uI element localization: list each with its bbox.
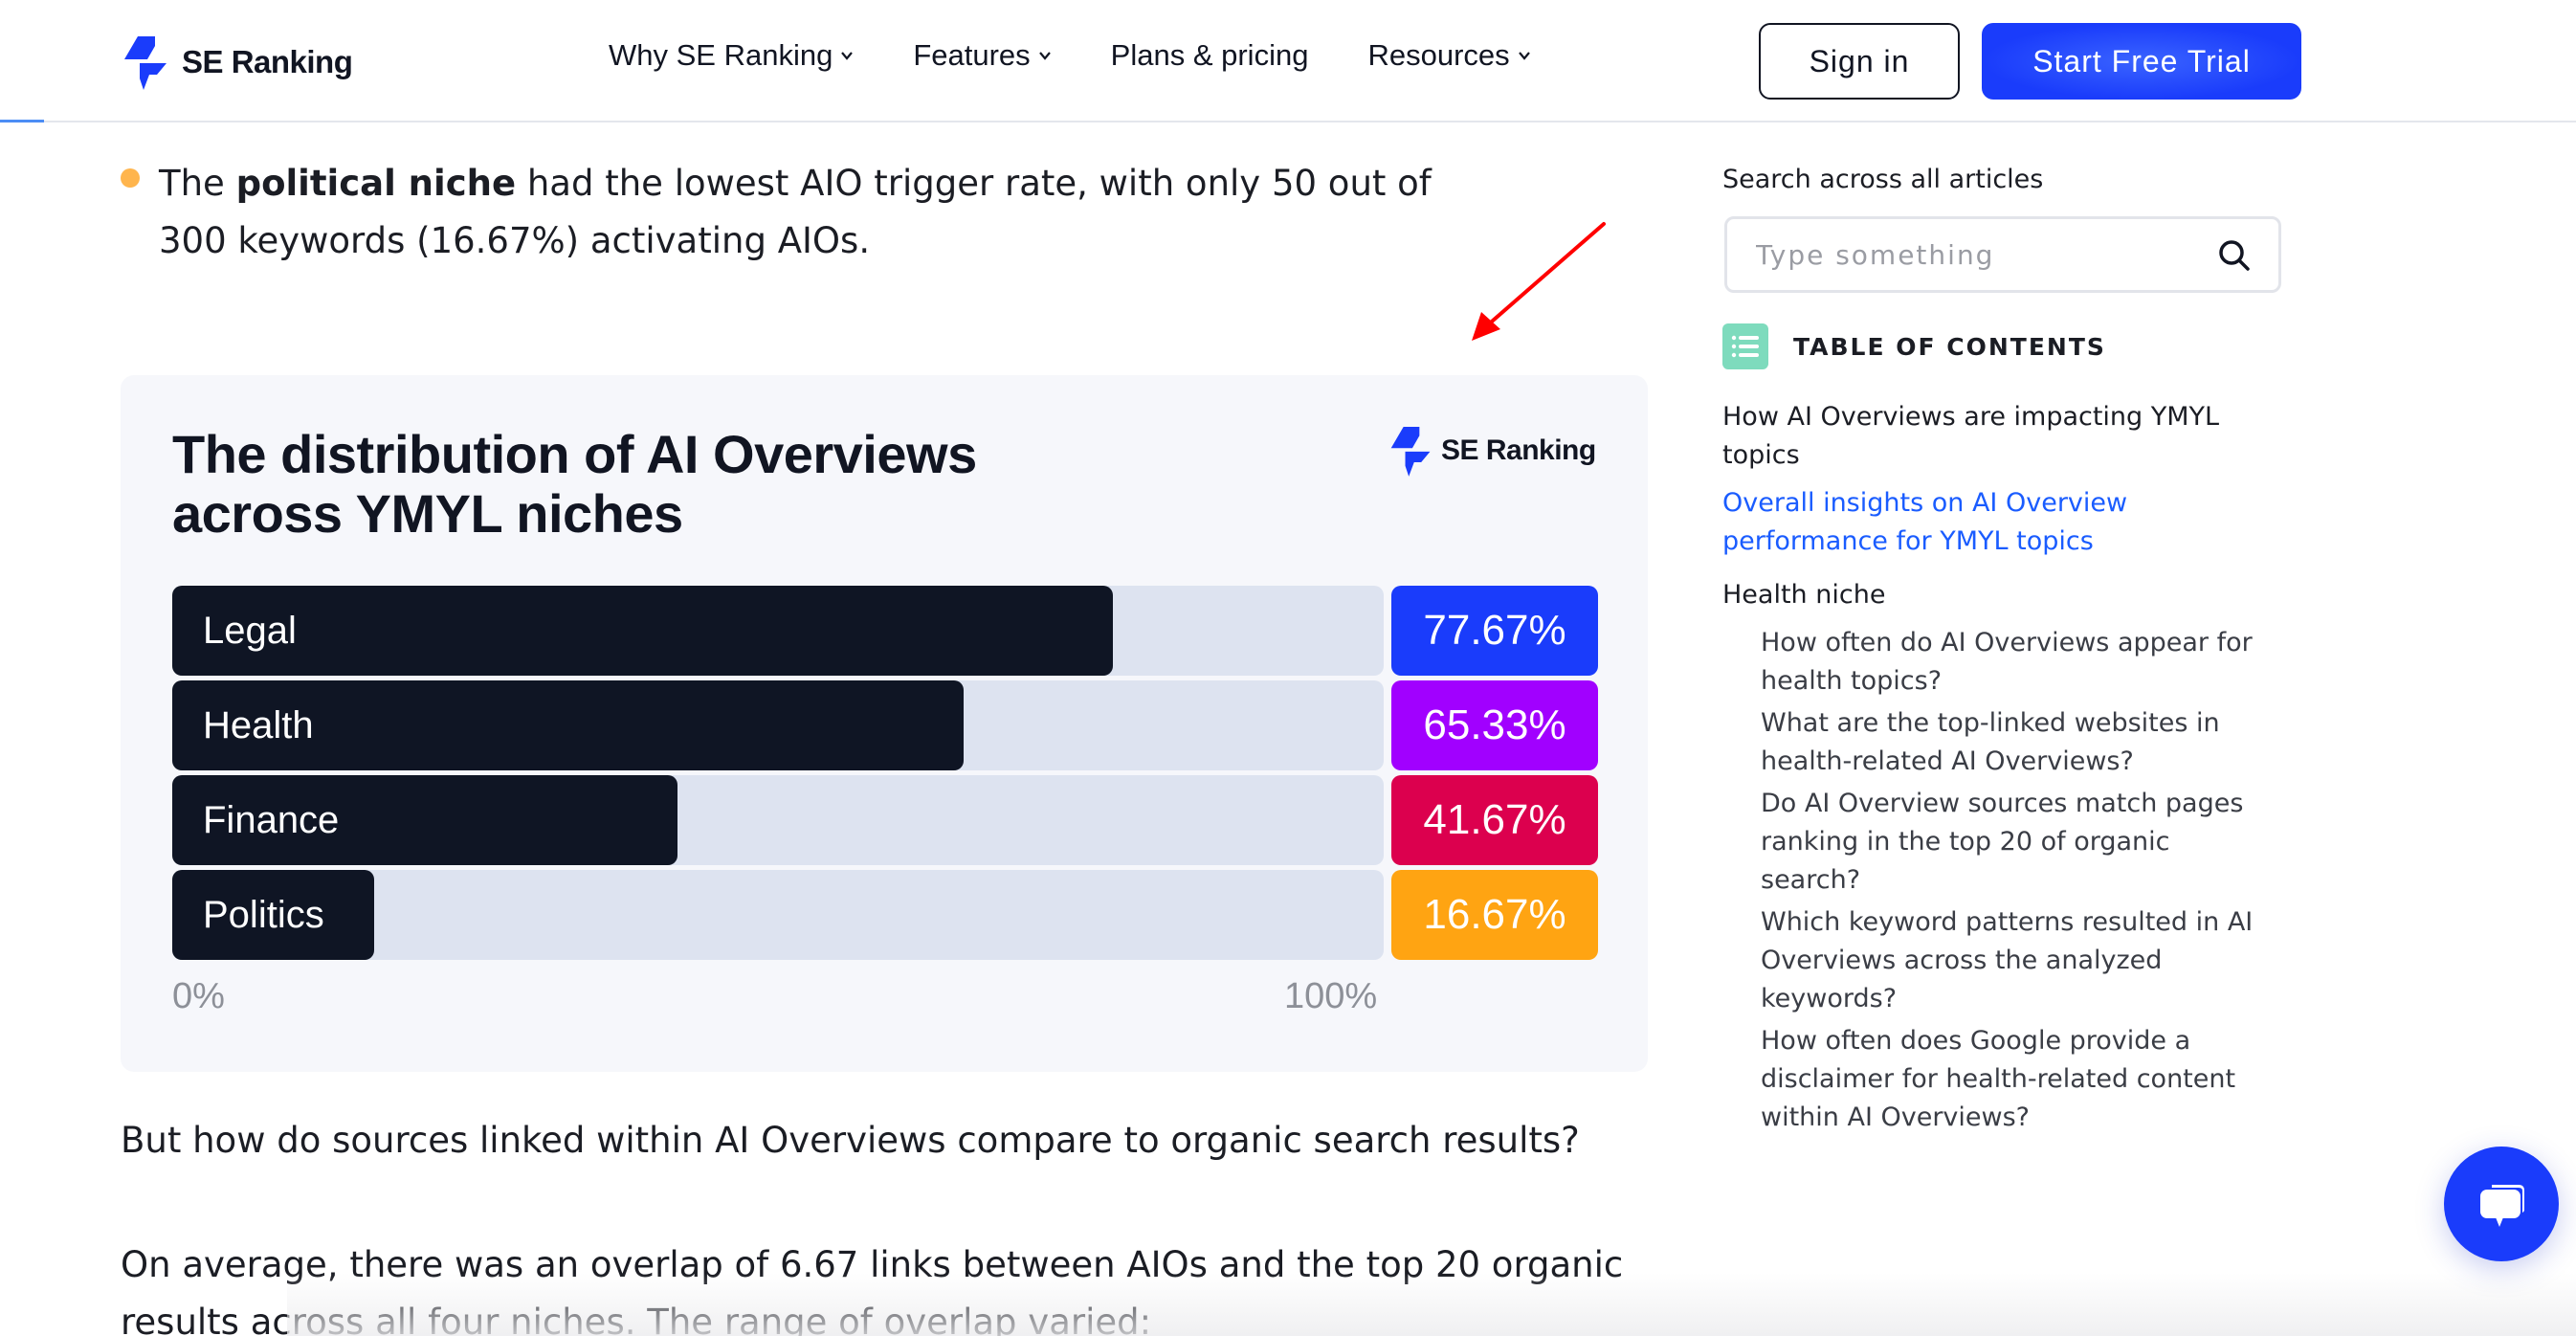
toc-item[interactable]: Overall insights on AI Overview performa… <box>1722 484 2258 561</box>
x-tick-label: 100% <box>1284 976 1378 1016</box>
toc-item[interactable]: Health niche <box>1722 576 2258 614</box>
toc-item[interactable]: What are the top-linked websites in heal… <box>1722 704 2258 781</box>
x-tick-label: 0% <box>172 976 225 1016</box>
nav-item-label: Plans & pricing <box>1110 38 1309 72</box>
toc-title: TABLE OF CONTENTS <box>1793 332 2106 361</box>
nav-item-label: Resources <box>1367 38 1510 72</box>
toc-header: TABLE OF CONTENTS <box>1722 323 2106 369</box>
search-icon[interactable] <box>2217 238 2252 273</box>
search-label: Search across all articles <box>1722 165 2044 194</box>
chart-card: The distribution of AI Overviews across … <box>121 375 1648 1072</box>
bar-chart: Legal 77.67% Health 65.33% Finance 41.67% Poli… <box>172 586 1598 965</box>
bar <box>172 586 1113 676</box>
bar-value-label: 77.67% <box>1391 586 1598 676</box>
bullet-list-item: The political niche had the lowest AIO t… <box>121 155 1489 270</box>
main-nav: Why SE Ranking Features Plans & pricing Res… <box>609 38 1531 73</box>
reading-progress-bar <box>0 120 44 122</box>
toc-item[interactable]: Which keyword patterns resulted in AI Ov… <box>1722 903 2258 1018</box>
table-of-contents: How AI Overviews are impacting YMYL topi… <box>1722 398 2258 1135</box>
toc-item[interactable]: How often does Google provide a disclaim… <box>1722 1022 2258 1135</box>
bar-category-label: Politics <box>203 894 324 936</box>
chart-brand-logo: SE Ranking <box>1388 425 1596 477</box>
se-ranking-logo-icon <box>124 36 167 90</box>
bar-category-label: Legal <box>203 610 297 652</box>
bullet-text: The political niche had the lowest AIO t… <box>159 163 1432 261</box>
nav-item-features[interactable]: Features <box>913 38 1051 73</box>
toc-item[interactable]: Do AI Overview sources match pages ranki… <box>1722 785 2258 900</box>
bar-row: Legal 77.67% <box>172 586 1598 676</box>
article-paragraph: But how do sources linked within AI Over… <box>121 1120 1580 1161</box>
chevron-down-icon <box>1038 52 1051 60</box>
red-arrow-annotation <box>1472 222 1606 341</box>
chevron-down-icon <box>1518 52 1530 60</box>
chevron-down-icon <box>841 52 854 60</box>
site-header: SE Ranking Why SE Ranking Features Plans &… <box>0 0 2576 122</box>
chat-widget-button[interactable] <box>2444 1147 2559 1261</box>
bar-value-label: 41.67% <box>1391 775 1598 865</box>
bar-category-label: Health <box>203 704 314 746</box>
bullet-dot <box>121 168 140 188</box>
nav-item-plans-pricing[interactable]: Plans & pricing <box>1111 38 1309 73</box>
toc-item[interactable]: How often do AI Overviews appear for hea… <box>1722 624 2258 701</box>
sign-in-button[interactable]: Sign in <box>1759 23 1960 100</box>
nav-item-label: Why SE Ranking <box>609 38 833 72</box>
article-paragraph: On average, there was an overlap of 6.67… <box>121 1244 1624 1336</box>
bar-value-label: 65.33% <box>1391 680 1598 770</box>
search-box <box>1724 216 2281 293</box>
toc-item[interactable]: How AI Overviews are impacting YMYL topi… <box>1722 398 2258 475</box>
start-free-trial-button[interactable]: Start Free Trial <box>1982 23 2301 100</box>
search-input[interactable] <box>1756 219 2215 290</box>
bar-row: Politics 16.67% <box>172 870 1598 960</box>
list-icon <box>1722 323 1768 369</box>
bar-value-label: 16.67% <box>1391 870 1598 960</box>
nav-item-why-se-ranking[interactable]: Why SE Ranking <box>609 38 854 73</box>
bar-row: Finance 41.67% <box>172 775 1598 865</box>
bullet-bold-text: political niche <box>235 163 517 204</box>
nav-item-label: Features <box>913 38 1031 72</box>
bar-category-label: Finance <box>203 799 340 841</box>
chart-title: The distribution of AI Overviews across … <box>172 424 977 544</box>
se-ranking-logo-icon <box>1390 427 1431 477</box>
nav-item-resources[interactable]: Resources <box>1367 38 1530 73</box>
chat-bubble-icon <box>2480 1185 2524 1227</box>
chart-brand-text: SE Ranking <box>1441 434 1596 466</box>
bar-row: Health 65.33% <box>172 680 1598 770</box>
logo-text: SE Ranking <box>182 44 353 79</box>
site-logo[interactable]: SE Ranking <box>121 34 353 90</box>
